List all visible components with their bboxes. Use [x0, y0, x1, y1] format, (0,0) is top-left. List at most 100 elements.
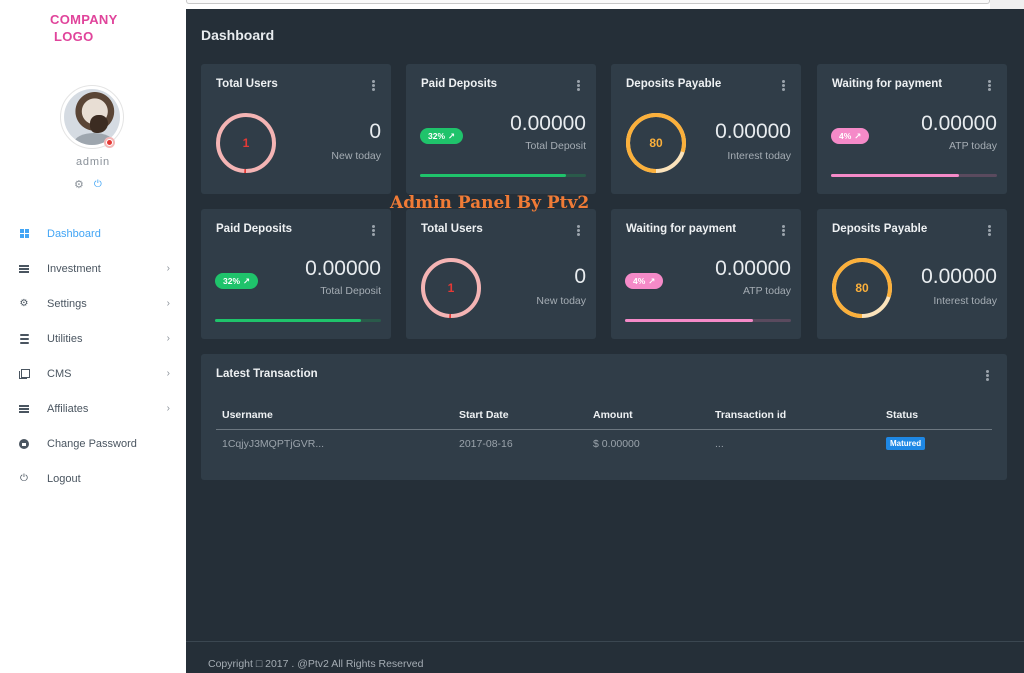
stat-card-paid-deposits: Paid Deposits 32% ↗ 0.00000 Total Deposit	[406, 64, 596, 194]
list-icon	[18, 403, 30, 415]
progress-fill	[625, 319, 753, 322]
card-title: Paid Deposits	[421, 78, 498, 90]
database-icon	[18, 333, 30, 345]
watermark-text: Admin Panel By Ptv2	[390, 193, 590, 213]
card-subtitle: New today	[536, 295, 586, 307]
browser-top-edge	[0, 0, 1024, 9]
card-value: 0.00000	[305, 257, 381, 280]
percent-badge: 32% ↗	[420, 128, 464, 144]
chevron-right-icon: ›	[166, 298, 170, 309]
gear-icon[interactable]: ⚙	[74, 178, 84, 191]
card-value: 0	[369, 120, 381, 143]
card-title: Paid Deposits	[216, 223, 293, 235]
column-header-username[interactable]: Username	[216, 405, 453, 430]
sidebar-item-investment[interactable]: Investment ›	[0, 251, 186, 286]
ring-value: 80	[855, 281, 869, 295]
table-header-row: Username Start Date Amount Transaction i…	[216, 405, 992, 430]
sidebar-item-label: Affiliates	[47, 402, 89, 415]
trending-up-icon: ↗	[448, 130, 456, 141]
progress-bar	[420, 174, 586, 177]
more-options-icon[interactable]	[986, 370, 989, 381]
column-header-start-date[interactable]: Start Date	[453, 405, 587, 430]
card-subtitle: Total Deposit	[320, 285, 381, 297]
column-header-transaction-id[interactable]: Transaction id	[709, 405, 880, 430]
cell-amount: $ 0.00000	[593, 437, 640, 450]
cell-username: 1CqjyJ3MQPTjGVR...	[222, 437, 325, 450]
stat-card-paid-deposits: Paid Deposits 32% ↗ 0.00000 Total Deposit	[201, 209, 391, 339]
gear-icon: ⚙	[19, 298, 29, 309]
percent-badge: 4% ↗	[831, 128, 870, 144]
progress-fill	[215, 319, 362, 322]
latest-transaction-card: Latest Transaction Username Start Date A…	[201, 354, 1007, 480]
more-options-icon[interactable]	[372, 225, 375, 236]
card-title: Deposits Payable	[626, 78, 722, 90]
chevron-right-icon: ›	[166, 403, 170, 414]
user-name: admin	[76, 156, 110, 168]
more-options-icon[interactable]	[782, 225, 785, 236]
more-options-icon[interactable]	[782, 80, 785, 91]
table-row[interactable]: 1CqjyJ3MQPTjGVR... 2017-08-16 $ 0.00000 …	[216, 430, 992, 458]
page-title: Dashboard	[201, 27, 275, 43]
sidebar-item-utilities[interactable]: Utilities ›	[0, 321, 186, 356]
power-icon: ⏻	[20, 473, 28, 484]
progress-fill	[831, 174, 959, 177]
card-value: 0.00000	[921, 112, 997, 135]
more-options-icon[interactable]	[988, 225, 991, 236]
cell-transaction-id: ...	[715, 437, 724, 450]
card-subtitle: ATP today	[948, 140, 997, 152]
company-logo[interactable]: COMPANY LOGO	[50, 11, 118, 45]
browser-corner	[990, 0, 1024, 9]
progress-bar	[215, 319, 381, 322]
card-subtitle: Interest today	[727, 150, 791, 162]
more-options-icon[interactable]	[577, 80, 580, 91]
column-header-amount[interactable]: Amount	[587, 405, 709, 430]
column-header-status[interactable]: Status	[880, 405, 992, 430]
status-indicator	[104, 137, 115, 148]
more-options-icon[interactable]	[577, 225, 580, 236]
more-options-icon[interactable]	[372, 80, 375, 91]
percent-badge: 4% ↗	[625, 273, 664, 289]
trending-up-icon: ↗	[243, 275, 251, 286]
progress-fill	[420, 174, 567, 177]
sidebar-item-change-password[interactable]: Change Password	[0, 426, 186, 461]
cell-status: Matured	[880, 430, 992, 458]
cell-start-date: 2017-08-16	[459, 437, 513, 450]
stat-card-total-users: Total Users 1 0 New today	[201, 64, 391, 194]
sidebar-item-label: CMS	[47, 367, 72, 380]
sidebar-item-label: Utilities	[47, 332, 83, 345]
transactions-table: Username Start Date Amount Transaction i…	[216, 405, 992, 457]
card-title: Total Users	[421, 223, 483, 235]
sidebar-item-cms[interactable]: CMS ›	[0, 356, 186, 391]
badge-text: 32%	[428, 131, 446, 141]
sidebar-item-logout[interactable]: ⏻ Logout	[0, 461, 186, 496]
user-actions: ⚙ ⏻	[74, 178, 102, 191]
stat-card-deposits-payable: Deposits Payable 80 0.00000 Interest today	[611, 64, 801, 194]
chevron-right-icon: ›	[166, 333, 170, 344]
logo-line-1: COMPANY	[50, 12, 118, 27]
copyright-text: Copyright □ 2017 . @Ptv2 All Rights Rese…	[208, 658, 424, 670]
card-title: Deposits Payable	[832, 223, 928, 235]
more-options-icon[interactable]	[988, 80, 991, 91]
card-title: Latest Transaction	[216, 368, 318, 380]
ring-value: 1	[242, 136, 250, 150]
lock-icon	[18, 438, 30, 450]
copy-icon	[18, 368, 30, 380]
list-icon	[18, 263, 30, 275]
sidebar-item-label: Dashboard	[47, 227, 101, 240]
status-badge: Matured	[886, 437, 926, 450]
logo-line-2: LOGO	[54, 29, 94, 44]
power-icon[interactable]: ⏻	[94, 179, 102, 190]
card-subtitle: Interest today	[933, 295, 997, 307]
trending-up-icon: ↗	[648, 275, 656, 286]
sidebar-item-settings[interactable]: ⚙ Settings ›	[0, 286, 186, 321]
sidebar-item-affiliates[interactable]: Affiliates ›	[0, 391, 186, 426]
percent-badge: 32% ↗	[215, 273, 259, 289]
badge-text: 32%	[223, 276, 241, 286]
progress-bar	[831, 174, 997, 177]
sidebar-item-label: Logout	[47, 472, 81, 485]
sidebar: COMPANY LOGO admin ⚙ ⏻ Dashboard Investm…	[0, 9, 186, 673]
card-value: 0.00000	[510, 112, 586, 135]
sidebar-item-dashboard[interactable]: Dashboard	[0, 216, 186, 251]
sidebar-item-label: Investment	[47, 262, 101, 275]
ring-value: 1	[447, 281, 455, 295]
